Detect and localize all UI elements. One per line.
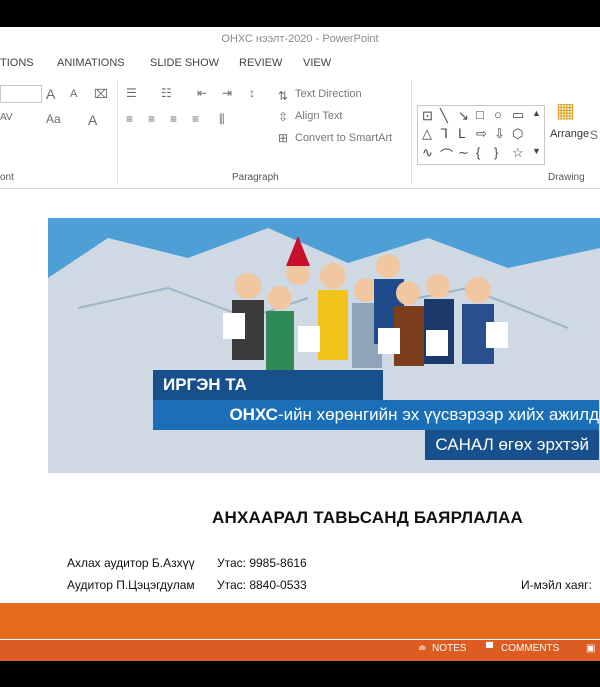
comments-icon: ▀ — [486, 643, 494, 654]
banner-line-2-rest: -ийн хөрөнгийн эх үүсвэрээр хийх ажилд — [277, 405, 599, 424]
paragraph-group-label: Paragraph — [232, 172, 279, 183]
gallery-scroll-up-icon[interactable]: ▲ — [532, 108, 541, 118]
window-title: ОНХС нээлт-2020 - PowerPoint — [221, 33, 379, 45]
right-arrow-shape-icon[interactable]: ⇨ — [476, 126, 487, 142]
font-size-box[interactable] — [0, 85, 42, 103]
oval-shape-icon[interactable]: ○ — [494, 107, 502, 122]
spacing-icon[interactable]: AV — [0, 112, 13, 123]
font-color-button[interactable]: A — [88, 112, 97, 128]
star-shape-icon[interactable]: ☆ — [512, 145, 524, 161]
arrow-shape-icon[interactable]: ↘ — [458, 108, 469, 124]
align-left-icon[interactable]: ≡ — [126, 112, 133, 126]
gallery-more-icon[interactable]: ▼ — [532, 146, 541, 156]
contact1-phone: Утас: 9985-8616 — [217, 556, 307, 570]
comments-button[interactable]: COMMENTS — [501, 643, 559, 654]
change-case-button[interactable]: Aa — [46, 112, 61, 126]
notes-button[interactable]: NOTES — [432, 643, 466, 654]
scribble-shape-icon[interactable]: ∼ — [458, 145, 469, 161]
elbow-shape-icon[interactable]: ᒪ — [458, 126, 465, 142]
contact2-name: Аудитор П.Цэцэгдулам — [67, 578, 195, 592]
tab-animations[interactable]: ANIMATIONS — [57, 57, 125, 69]
drawing-group-label: Drawing — [548, 172, 585, 183]
arrange-icon: ▦ — [556, 100, 575, 122]
contact2-phone: Утас: 8840-0533 — [217, 578, 307, 592]
convert-smartart-button[interactable]: Convert to SmartArt — [295, 132, 392, 144]
title-bar: ОНХС нээлт-2020 - PowerPoint — [0, 27, 600, 54]
font-shrink-button[interactable]: A — [70, 88, 77, 100]
banner-line-3: САНАЛ өгөх эрхтэй — [425, 430, 599, 460]
thanks-heading: АНХААРАЛ ТАВЬСАНД БАЯРЛАЛАА — [212, 508, 523, 527]
brace-close-shape-icon[interactable]: } — [494, 145, 498, 160]
columns-icon[interactable]: ⫼ — [219, 112, 225, 127]
increase-indent-icon[interactable]: ⇥ — [222, 86, 232, 100]
curve-shape-icon[interactable]: ⌒ — [440, 145, 453, 164]
ribbon-tabs: TIONS ANIMATIONS SLIDE SHOW REVIEW VIEW — [0, 54, 600, 76]
align-center-icon[interactable]: ≡ — [148, 112, 155, 126]
quick-styles-button[interactable]: S — [590, 128, 598, 142]
freeform-shape-icon[interactable]: ∿ — [422, 145, 433, 161]
contact1-name: Ахлах аудитор Б.Азхүү — [67, 556, 195, 570]
font-group-label: ont — [0, 172, 14, 183]
status-bar: ≐ NOTES ▀ COMMENTS ▣ — [0, 640, 600, 661]
rectangle-shape-icon[interactable]: □ — [476, 107, 484, 122]
brace-shape-icon[interactable]: { — [476, 145, 480, 160]
line-shape-icon[interactable]: ╲ — [440, 108, 448, 124]
banner-line-1: ИРГЭН ТА — [153, 370, 383, 400]
tab-slide-show[interactable]: SLIDE SHOW — [150, 57, 219, 69]
normal-view-icon[interactable]: ▣ — [586, 643, 595, 654]
shapes-gallery[interactable]: ⊡ ╲ ↘ □ ○ ▭ △ ᒣ ᒪ ⇨ ⇩ ⬡ ∿ ⌒ ∼ { } ☆ ▲ ▼ — [417, 105, 545, 165]
rounded-rect-shape-icon[interactable]: ▭ — [512, 107, 524, 123]
text-direction-icon: ⇅ — [278, 89, 289, 103]
arrange-button[interactable]: Arrange — [550, 128, 589, 140]
triangle-shape-icon[interactable]: △ — [422, 126, 432, 142]
tab-transitions[interactable]: TIONS — [0, 57, 34, 69]
textbox-shape-icon[interactable]: ⊡ — [422, 108, 433, 124]
ribbon-divider — [117, 80, 118, 184]
smartart-icon: ⊞ — [278, 131, 289, 145]
tab-review[interactable]: REVIEW — [239, 57, 282, 69]
text-direction-button[interactable]: Text Direction — [295, 88, 362, 100]
email-label: И-мэйл хаяг: — [521, 578, 592, 592]
ribbon-divider — [411, 80, 412, 184]
slide-banner: ИРГЭН ТА ОНХС-ийн хөрөнгийн эх үүсвэрээр… — [48, 218, 600, 473]
screen-bottom-edge — [0, 661, 600, 687]
bullets-icon[interactable]: ☰ — [126, 86, 137, 100]
banner-line-2: ОНХС-ийн хөрөнгийн эх үүсвэрээр хийх ажи… — [153, 400, 599, 430]
align-text-button[interactable]: Align Text — [295, 110, 343, 122]
numbering-icon[interactable]: ☷ — [161, 86, 172, 100]
hexagon-shape-icon[interactable]: ⬡ — [512, 126, 523, 142]
justify-icon[interactable]: ≡ — [192, 112, 199, 126]
align-text-icon: ⇳ — [278, 110, 289, 124]
down-arrow-shape-icon[interactable]: ⇩ — [494, 126, 505, 142]
slide-area: ИРГЭН ТА ОНХС-ийн хөрөнгийн эх үүсвэрээр… — [0, 189, 600, 603]
line-spacing-icon[interactable]: ↕ — [249, 86, 255, 100]
decrease-indent-icon[interactable]: ⇤ — [197, 86, 207, 100]
connector-shape-icon[interactable]: ᒣ — [440, 126, 448, 142]
banner-line-2-bold: ОНХС — [229, 405, 278, 424]
align-right-icon[interactable]: ≡ — [170, 112, 177, 126]
font-grow-button[interactable]: A — [46, 86, 55, 102]
powerpoint-window: ОНХС нээлт-2020 - PowerPoint TIONS ANIMA… — [0, 27, 600, 661]
banner-line-3-wrap: САНАЛ өгөх эрхтэй — [153, 430, 599, 460]
clear-formatting-icon[interactable]: ⌧ — [94, 87, 108, 101]
notes-icon: ≐ — [418, 643, 427, 654]
footer-orange-bar — [0, 603, 600, 639]
tab-view[interactable]: VIEW — [303, 57, 331, 69]
